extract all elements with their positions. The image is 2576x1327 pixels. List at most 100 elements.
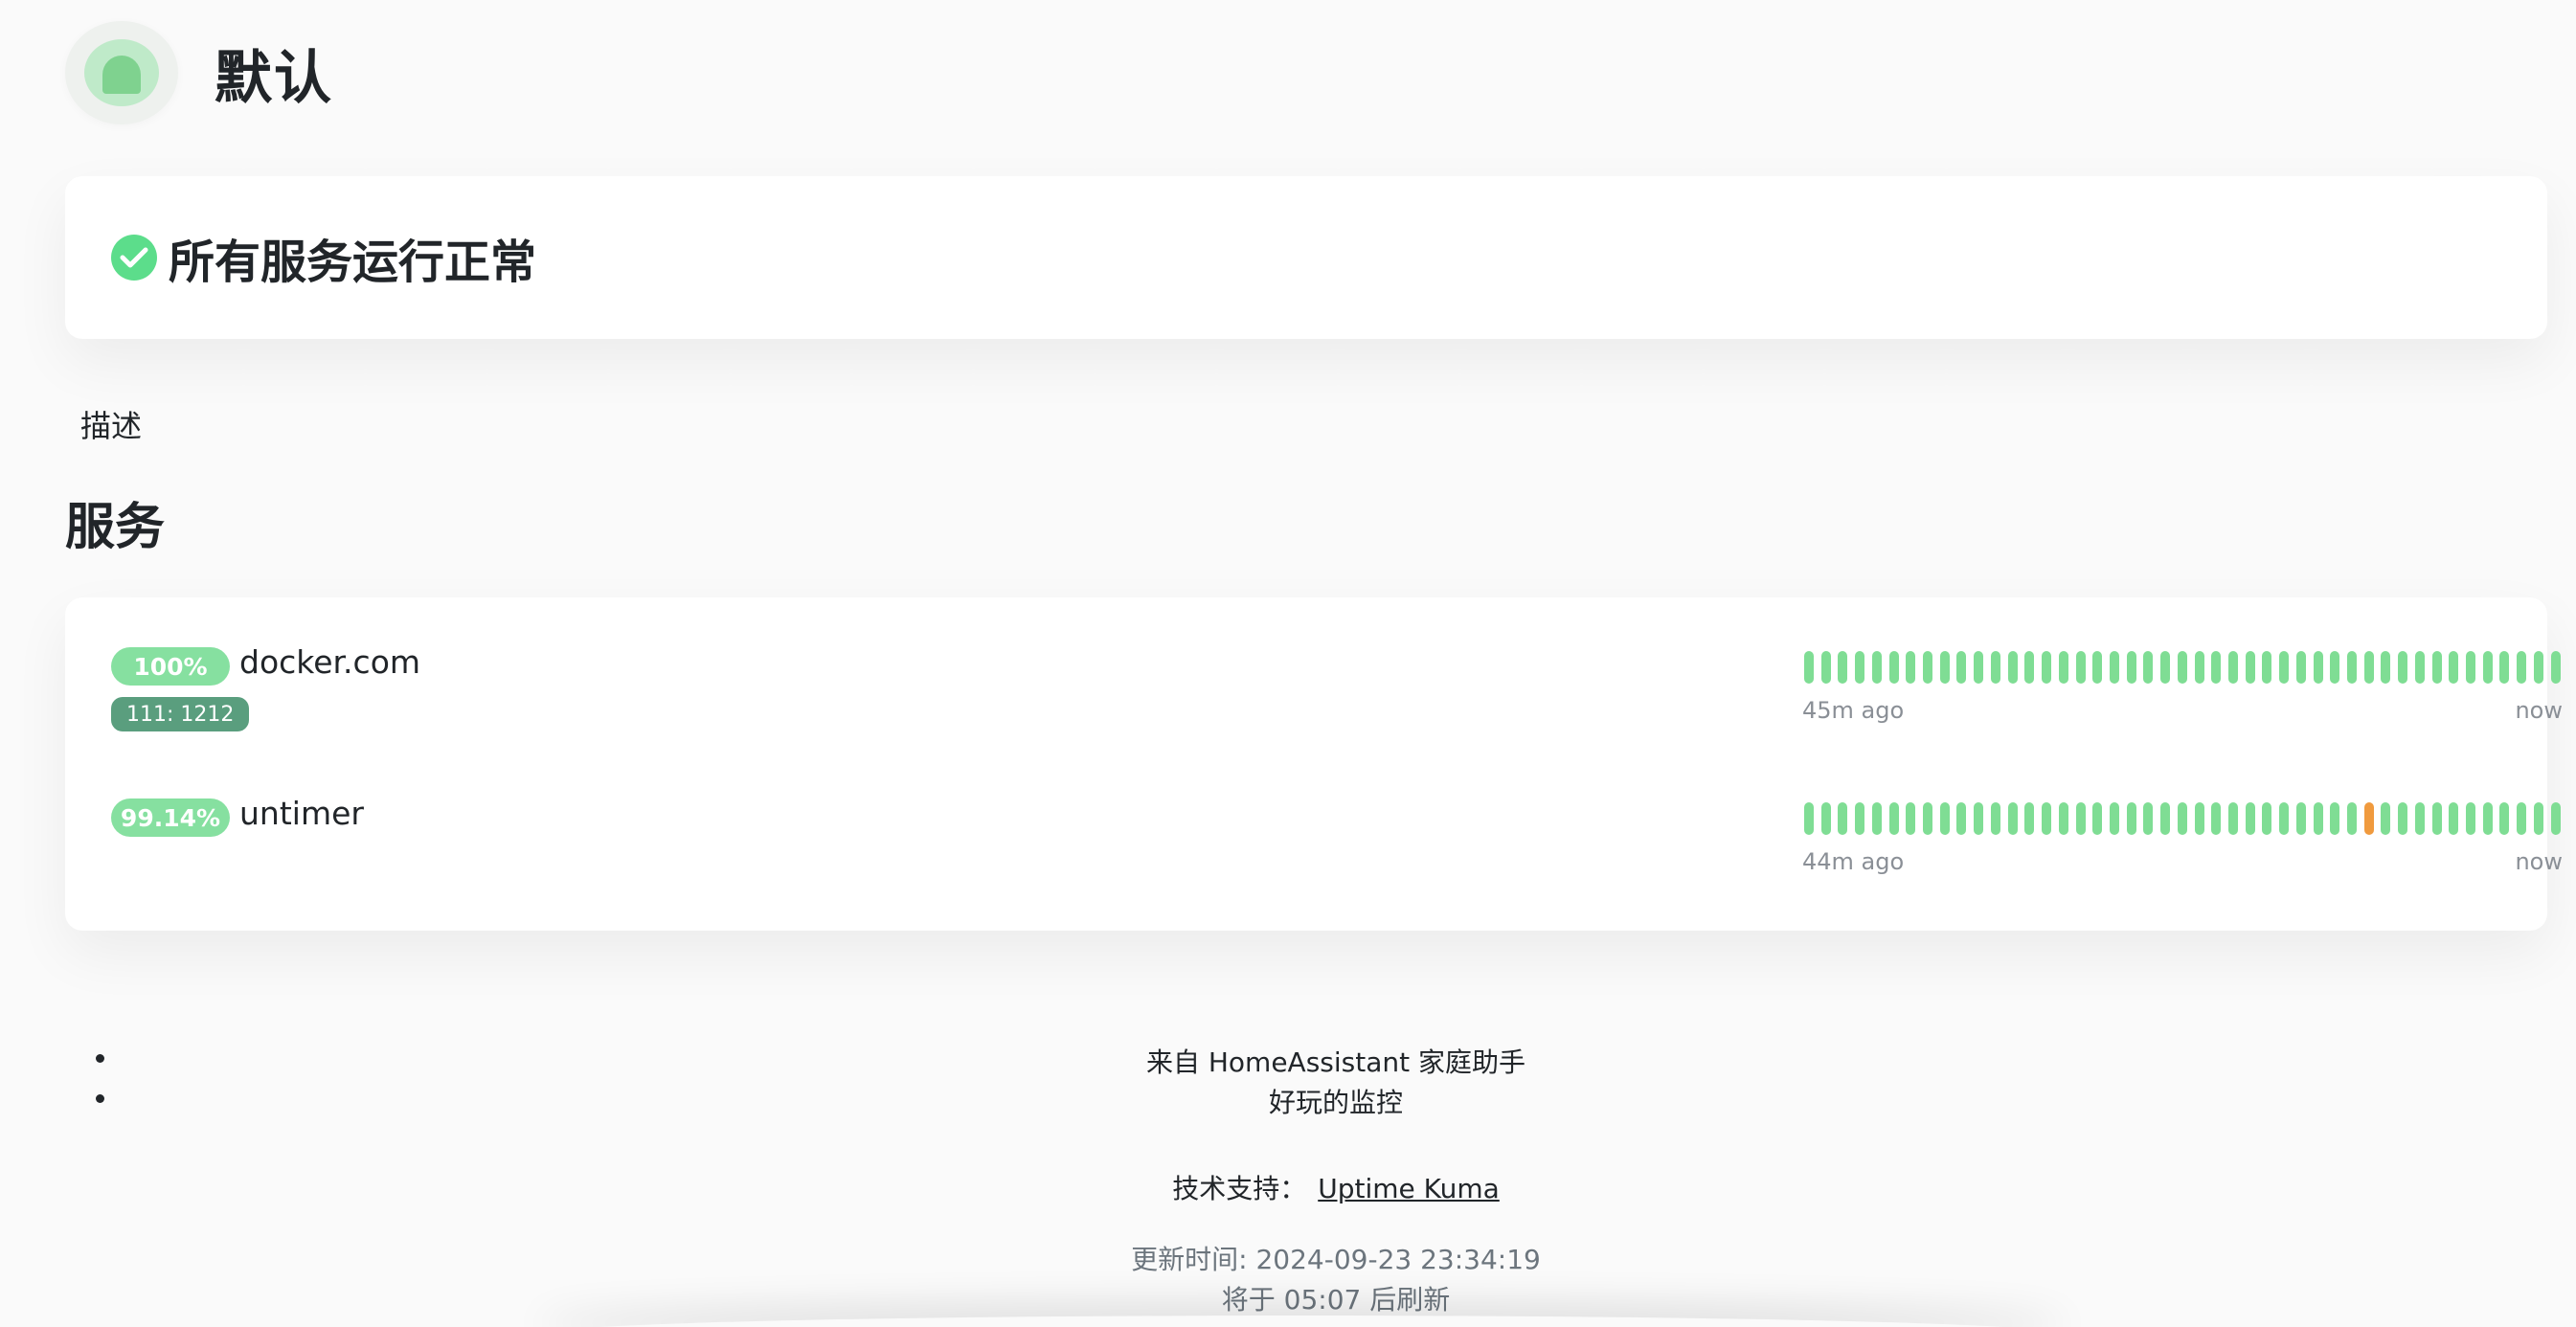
heartbeat-up[interactable]: [2177, 802, 2187, 835]
heartbeat-end-time: now: [2515, 697, 2563, 724]
heartbeat-up[interactable]: [2449, 651, 2459, 684]
heartbeat-up[interactable]: [2295, 651, 2306, 684]
heartbeat-up[interactable]: [2007, 651, 2018, 684]
heartbeat-up[interactable]: [2550, 802, 2561, 835]
heartbeat-up[interactable]: [2414, 802, 2425, 835]
monitor-item-docker[interactable]: 100% docker.com 111: 1212 45m ago now: [111, 643, 2563, 762]
heartbeat-up[interactable]: [1820, 802, 1831, 835]
heartbeat-up[interactable]: [2330, 802, 2340, 835]
heartbeat-up[interactable]: [2143, 651, 2154, 684]
monitor-item-untimer[interactable]: 99.14% untimer 44m ago now: [111, 795, 2563, 913]
heartbeat-up[interactable]: [1956, 651, 1967, 684]
heartbeat-up[interactable]: [2517, 651, 2527, 684]
heartbeat-up[interactable]: [1871, 651, 1882, 684]
heartbeat-up[interactable]: [2449, 802, 2459, 835]
heartbeat-up[interactable]: [1888, 651, 1899, 684]
heartbeat-up[interactable]: [2126, 651, 2136, 684]
heartbeat-up[interactable]: [1804, 651, 1814, 684]
heartbeat-up[interactable]: [2347, 651, 2357, 684]
heartbeat-up[interactable]: [2007, 802, 2018, 835]
heartbeat-up[interactable]: [2042, 651, 2052, 684]
heartbeat-up[interactable]: [1939, 802, 1950, 835]
heartbeat-up[interactable]: [2143, 802, 2154, 835]
heartbeat-up[interactable]: [2042, 802, 2052, 835]
heartbeat-up[interactable]: [2313, 651, 2323, 684]
heartbeat-up[interactable]: [2466, 651, 2476, 684]
heartbeat-up[interactable]: [2211, 802, 2222, 835]
heartbeat-up[interactable]: [2160, 802, 2171, 835]
heartbeat-up[interactable]: [2431, 651, 2442, 684]
heartbeat-up[interactable]: [2466, 802, 2476, 835]
heartbeat-up[interactable]: [2194, 651, 2204, 684]
heartbeat-up[interactable]: [2381, 651, 2391, 684]
heartbeat-up[interactable]: [2058, 651, 2068, 684]
heartbeat-up[interactable]: [2211, 651, 2222, 684]
uptime-kuma-logo-icon: [65, 21, 178, 124]
heartbeat-up[interactable]: [1855, 802, 1865, 835]
heartbeat-up[interactable]: [1990, 651, 2000, 684]
powered-by-label: 技术支持：: [1172, 1173, 1307, 1204]
heartbeat-up[interactable]: [2381, 802, 2391, 835]
heartbeat-up[interactable]: [2347, 802, 2357, 835]
heartbeat-up[interactable]: [2058, 802, 2068, 835]
heartbeat-up[interactable]: [2482, 651, 2493, 684]
heartbeat-up[interactable]: [2363, 651, 2374, 684]
heartbeat-up[interactable]: [1888, 802, 1899, 835]
heartbeat-up[interactable]: [2482, 802, 2493, 835]
check-circle-icon: [111, 235, 157, 281]
heartbeat-up[interactable]: [2126, 802, 2136, 835]
heartbeat-up[interactable]: [2075, 802, 2086, 835]
heartbeat-up[interactable]: [2279, 651, 2290, 684]
heartbeat-up[interactable]: [2398, 802, 2408, 835]
heartbeat-up[interactable]: [2517, 802, 2527, 835]
heartbeat-up[interactable]: [2295, 802, 2306, 835]
heartbeat-up[interactable]: [2550, 651, 2561, 684]
heartbeat-up[interactable]: [2092, 651, 2103, 684]
monitor-name[interactable]: untimer: [239, 795, 364, 832]
heartbeat-up[interactable]: [1906, 651, 1916, 684]
heartbeat-up[interactable]: [1923, 651, 1933, 684]
heartbeat-up[interactable]: [1923, 802, 1933, 835]
heartbeat-up[interactable]: [2245, 651, 2255, 684]
heartbeat-up[interactable]: [2024, 802, 2035, 835]
heartbeat-up[interactable]: [1990, 802, 2000, 835]
heartbeat-up[interactable]: [2177, 651, 2187, 684]
heartbeat-up[interactable]: [2431, 802, 2442, 835]
heartbeat-up[interactable]: [2109, 802, 2119, 835]
services-heading: 服务: [65, 499, 166, 556]
heartbeat-up[interactable]: [2279, 802, 2290, 835]
heartbeat-up[interactable]: [1820, 651, 1831, 684]
heartbeat-up[interactable]: [2262, 802, 2272, 835]
heartbeat-up[interactable]: [2533, 802, 2543, 835]
heartbeat-up[interactable]: [1939, 651, 1950, 684]
uptime-kuma-link[interactable]: Uptime Kuma: [1318, 1173, 1500, 1204]
heartbeat-up[interactable]: [2075, 651, 2086, 684]
heartbeat-up[interactable]: [1974, 802, 1984, 835]
heartbeat-up[interactable]: [2024, 651, 2035, 684]
heartbeat-up[interactable]: [2245, 802, 2255, 835]
heartbeat-up[interactable]: [2499, 651, 2510, 684]
heartbeat-up[interactable]: [1804, 802, 1814, 835]
heartbeat-up[interactable]: [1871, 802, 1882, 835]
heartbeat-up[interactable]: [1855, 651, 1865, 684]
heartbeat-up[interactable]: [2160, 651, 2171, 684]
heartbeat-up[interactable]: [2262, 651, 2272, 684]
heartbeat-up[interactable]: [1838, 651, 1848, 684]
heartbeat-up[interactable]: [2533, 651, 2543, 684]
heartbeat-up[interactable]: [1906, 802, 1916, 835]
heartbeat-up[interactable]: [1956, 802, 1967, 835]
heartbeat-up[interactable]: [2109, 651, 2119, 684]
heartbeat-up[interactable]: [2414, 651, 2425, 684]
heartbeat-up[interactable]: [2330, 651, 2340, 684]
heartbeat-up[interactable]: [2499, 802, 2510, 835]
monitor-name[interactable]: docker.com: [239, 643, 420, 681]
heartbeat-warning[interactable]: [2363, 802, 2374, 835]
heartbeat-up[interactable]: [2092, 802, 2103, 835]
heartbeat-up[interactable]: [2398, 651, 2408, 684]
heartbeat-up[interactable]: [2227, 802, 2238, 835]
heartbeat-up[interactable]: [2227, 651, 2238, 684]
heartbeat-up[interactable]: [2194, 802, 2204, 835]
heartbeat-up[interactable]: [1974, 651, 1984, 684]
heartbeat-up[interactable]: [1838, 802, 1848, 835]
heartbeat-up[interactable]: [2313, 802, 2323, 835]
